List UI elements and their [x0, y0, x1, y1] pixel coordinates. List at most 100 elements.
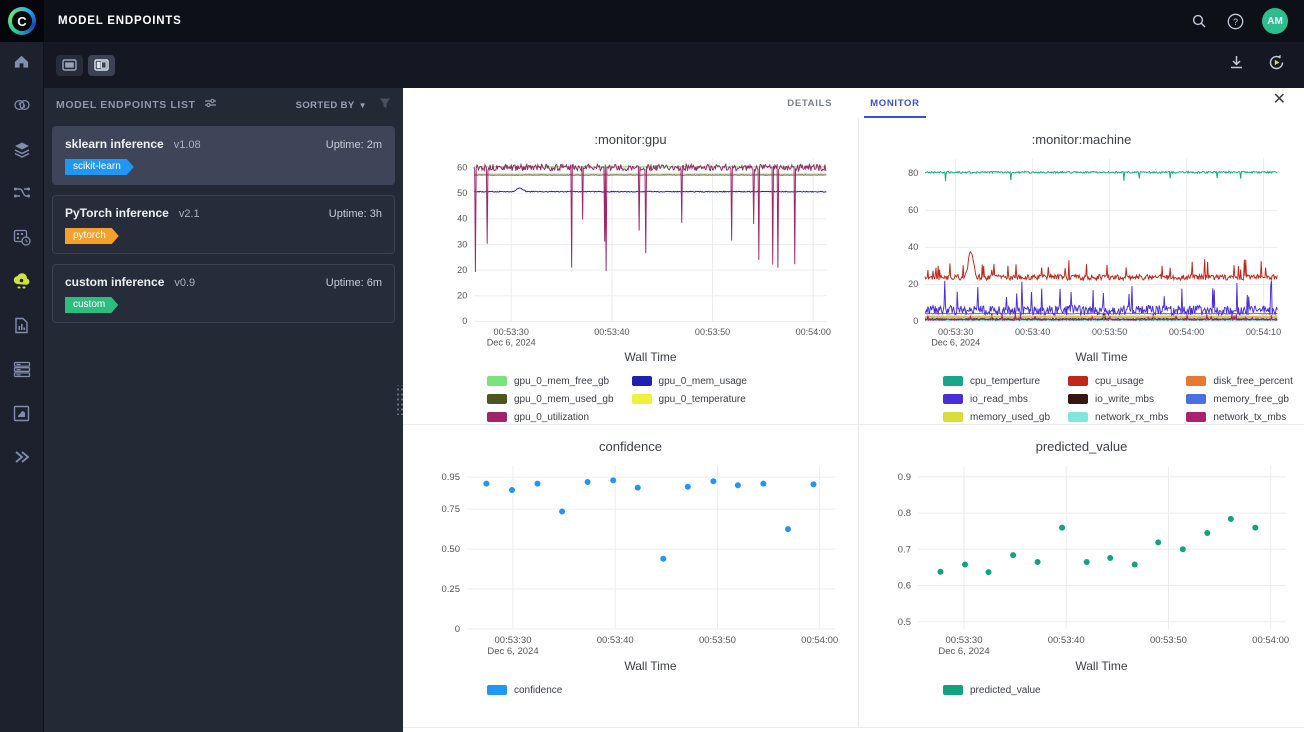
endpoint-version: v0.9 [174, 277, 196, 289]
data-point [1083, 559, 1090, 565]
legend-item[interactable]: cpu_temperture [943, 374, 1050, 388]
chart-plot-area[interactable]: 00:53:30Dec 6, 2024 00:53:40 00:53:50 00:54… [864, 456, 1300, 661]
endpoint-tag: scikit-learn [65, 159, 134, 175]
data-point [734, 482, 741, 489]
svg-text:0.75: 0.75 [441, 504, 460, 515]
legend-swatch [487, 376, 507, 386]
endpoint-detail-panel: DETAILS MONITOR ✕ :monitor:gpu 00:53:30 De… [403, 88, 1304, 732]
chart-plot-area[interactable]: 00:53:30Dec 6, 2024 00:53:40 00:53:50 00:54… [413, 149, 849, 352]
data-point [684, 483, 691, 490]
pipelines-icon[interactable] [12, 184, 32, 202]
svg-text:0: 0 [462, 316, 467, 326]
endpoint-card-pytorch[interactable]: PyTorch inference v2.1 Uptime: 3h pytorc… [52, 195, 395, 254]
workers-queues-icon[interactable] [12, 360, 32, 378]
chart-title: predicted_value [1035, 439, 1128, 454]
sorted-by-dropdown[interactable]: SORTED BY ▼ [296, 100, 367, 111]
download-icon[interactable] [1228, 54, 1245, 76]
tab-monitor[interactable]: MONITOR [864, 89, 926, 118]
legend-label: gpu_0_temperature [658, 393, 746, 405]
x-axis-label: Wall Time [624, 659, 677, 673]
help-icon[interactable]: ? [1226, 12, 1244, 30]
chart-confidence: confidence 00:53:30 Dec 6, 2024 00:53:40 00:… [403, 425, 859, 728]
svg-text:00:53:30: 00:53:30 [945, 635, 982, 646]
data-point [1009, 552, 1016, 559]
legend-label: gpu_0_mem_used_gb [514, 393, 614, 405]
datasets-icon[interactable] [12, 140, 32, 158]
data-point [1154, 539, 1161, 546]
legend-item[interactable]: gpu_0_mem_free_gb [487, 374, 614, 388]
legend-label: disk_free_percent [1213, 375, 1293, 387]
filter-icon[interactable] [379, 96, 391, 114]
legend-item[interactable]: memory_free_gb [1186, 392, 1293, 406]
legend-swatch [1068, 412, 1089, 422]
panel-resize-handle[interactable] [395, 385, 404, 415]
legend-item[interactable]: io_write_mbs [1068, 392, 1168, 406]
chart-plot-area[interactable]: 00:53:30Dec 6, 2024 00:53:40 00:53:50 00:54… [413, 456, 849, 661]
svg-text:60: 60 [457, 162, 467, 172]
customize-columns-icon[interactable] [204, 96, 217, 114]
applications-icon[interactable] [12, 404, 32, 422]
legend-item[interactable]: network_rx_mbs [1068, 410, 1168, 424]
reports-icon[interactable] [12, 316, 32, 334]
avatar[interactable]: AM [1262, 8, 1288, 34]
legend-item[interactable]: io_read_mbs [943, 392, 1050, 406]
split-view-button[interactable] [88, 54, 115, 76]
legend-item[interactable]: gpu_0_temperature [631, 392, 747, 406]
svg-text:00:54:10: 00:54:10 [1245, 327, 1280, 337]
svg-text:0.25: 0.25 [441, 584, 460, 595]
data-point [1179, 546, 1186, 553]
svg-text:Dec 6, 2024: Dec 6, 2024 [931, 337, 980, 347]
chart-legend: predicted_value [943, 683, 1041, 697]
legend-label: gpu_0_mem_usage [658, 375, 747, 387]
close-icon[interactable]: ✕ [1273, 92, 1286, 108]
expand-icon[interactable] [12, 448, 32, 466]
endpoint-card-custom[interactable]: custom inference v0.9 Uptime: 6m custom [52, 264, 395, 323]
tab-details[interactable]: DETAILS [781, 89, 838, 118]
legend-item[interactable]: gpu_0_mem_used_gb [487, 392, 614, 406]
svg-text:30: 30 [457, 239, 467, 249]
x-axis-label: Wall Time [624, 350, 677, 364]
clearml-logo[interactable]: C [0, 0, 44, 42]
data-point [558, 508, 565, 515]
legend-item[interactable]: confidence [487, 683, 562, 697]
data-point [584, 479, 591, 485]
legend-item[interactable]: network_tx_mbs [1186, 410, 1293, 424]
svg-text:0.6: 0.6 [897, 581, 910, 592]
legend-item[interactable]: disk_free_percent [1186, 374, 1293, 388]
chart-plot-area[interactable]: 00:53:30Dec 6, 2024 00:53:40 00:53:50 00:54… [864, 149, 1300, 352]
legend-item[interactable]: memory_used_gb [943, 410, 1050, 424]
legend-swatch [1186, 412, 1207, 422]
legend-swatch [487, 412, 507, 422]
legend-label: cpu_temperture [970, 375, 1041, 387]
orchestration-icon[interactable] [12, 228, 32, 246]
chevron-down-icon: ▼ [358, 100, 367, 110]
svg-text:0.50: 0.50 [441, 544, 460, 555]
legend-label: io_read_mbs [970, 393, 1028, 405]
top-header: C MODEL ENDPOINTS ? AM [0, 0, 1304, 42]
search-icon[interactable] [1190, 12, 1208, 30]
endpoint-name: PyTorch inference [65, 206, 169, 220]
chart-title: :monitor:gpu [594, 132, 667, 147]
x-axis-label: Wall Time [1075, 350, 1128, 364]
page-title: MODEL ENDPOINTS [58, 15, 182, 27]
view-toolbar [44, 42, 1304, 88]
data-point [1227, 515, 1234, 522]
x-axis-label: Wall Time [1075, 659, 1128, 673]
legend-label: confidence [514, 684, 563, 696]
svg-text:60: 60 [908, 205, 918, 215]
legend-item[interactable]: gpu_0_utilization [487, 410, 614, 424]
projects-icon[interactable] [12, 96, 32, 114]
home-icon[interactable] [12, 52, 32, 70]
auto-refresh-icon[interactable] [1267, 53, 1286, 77]
endpoint-card-sklearn[interactable]: sklearn inference v1.08 Uptime: 2m sciki… [52, 126, 395, 185]
svg-text:0.5: 0.5 [897, 617, 910, 628]
legend-item[interactable]: gpu_0_mem_usage [631, 374, 747, 388]
table-view-button[interactable] [56, 54, 83, 76]
legend-swatch [943, 412, 963, 422]
data-point [482, 480, 489, 487]
series-line-cpu_usage [924, 251, 1278, 282]
legend-item[interactable]: predicted_value [943, 683, 1041, 697]
series-line-gpu_0_utilization [472, 162, 827, 272]
legend-item[interactable]: cpu_usage [1068, 374, 1168, 388]
model-serving-icon[interactable] [12, 272, 32, 290]
